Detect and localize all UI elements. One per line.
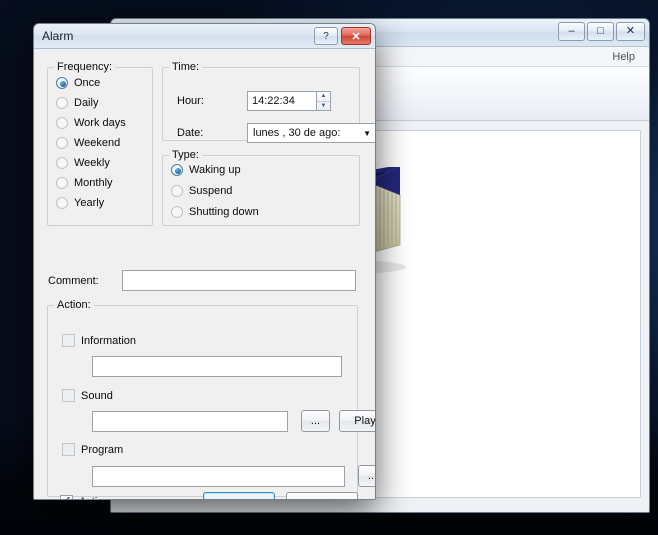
radio-frequency-once[interactable]: Once (56, 77, 152, 89)
radio-frequency-weekly[interactable]: Weekly (56, 157, 152, 169)
radio-indicator[interactable] (56, 157, 68, 169)
type-legend: Type: (172, 149, 199, 161)
sound-path-input[interactable] (92, 411, 288, 432)
time-group: Time: Hour: 14:22:34 ▲ ▼ Date: lunes , 3… (162, 61, 375, 143)
checkbox-indicator[interactable] (62, 334, 75, 347)
frequency-legend: Frequency: (57, 61, 113, 73)
radio-indicator[interactable] (56, 77, 68, 89)
radio-type-suspend[interactable]: Suspend (171, 185, 359, 197)
program-path-input[interactable] (92, 466, 345, 487)
checkbox-label: Active (79, 496, 109, 500)
checkbox-indicator[interactable] (62, 389, 75, 402)
window-control-buttons: – □ ✕ (558, 22, 645, 41)
radio-indicator[interactable] (56, 177, 68, 189)
close-icon: ✕ (351, 30, 361, 43)
type-group: Type: Waking up Suspend Shutting down (162, 149, 360, 226)
checkbox-indicator[interactable] (60, 494, 73, 499)
comment-input[interactable] (122, 270, 356, 291)
comment-label: Comment: (48, 275, 99, 287)
close-button[interactable]: ✕ (616, 22, 645, 41)
radio-label: Once (74, 77, 101, 89)
checkbox-indicator[interactable] (62, 443, 75, 456)
close-icon: ✕ (625, 25, 636, 37)
radio-type-waking-up[interactable]: Waking up (171, 164, 359, 176)
program-browse-button[interactable]: ... (358, 465, 375, 487)
ok-button[interactable]: OK (203, 492, 275, 499)
action-legend: Action: (57, 299, 91, 311)
radio-indicator[interactable] (56, 137, 68, 149)
spin-up-icon[interactable]: ▲ (317, 92, 330, 102)
chevron-down-icon[interactable]: ▼ (363, 129, 371, 138)
maximize-button[interactable]: □ (587, 22, 614, 41)
hour-spinner[interactable]: 14:22:34 ▲ ▼ (247, 91, 331, 111)
radio-indicator[interactable] (56, 197, 68, 209)
radio-label: Waking up (189, 164, 241, 176)
hour-spin-buttons[interactable]: ▲ ▼ (317, 91, 331, 111)
radio-label: Yearly (74, 197, 105, 209)
radio-label: Shutting down (189, 206, 259, 218)
radio-indicator[interactable] (171, 206, 183, 218)
checkbox-label: Program (81, 443, 124, 456)
radio-frequency-yearly[interactable]: Yearly (56, 197, 152, 209)
checkbox-sound[interactable]: Sound (62, 389, 113, 402)
radio-label: Daily (74, 97, 99, 109)
radio-label: Suspend (189, 185, 233, 197)
minimize-button[interactable]: – (558, 22, 585, 41)
sound-play-button[interactable]: Play (339, 410, 375, 432)
action-group: Action: Information Sound ... Play Progr… (47, 299, 375, 497)
radio-indicator[interactable] (56, 117, 68, 129)
information-input[interactable] (92, 356, 342, 377)
date-label: Date: (177, 127, 204, 139)
radio-frequency-weekend[interactable]: Weekend (56, 137, 152, 149)
checkbox-label: Information (81, 334, 137, 347)
menu-item-help[interactable]: Help (612, 51, 635, 63)
alarm-dialog[interactable]: Alarm ? ✕ Frequency: Once Daily Work day… (33, 23, 376, 500)
spin-down-icon[interactable]: ▼ (317, 102, 330, 111)
date-picker[interactable]: lunes , 30 de ago: ▼ (247, 123, 375, 143)
radio-label: Weekly (74, 157, 110, 169)
radio-frequency-monthly[interactable]: Monthly (56, 177, 152, 189)
dialog-help-button[interactable]: ? (314, 27, 338, 45)
question-mark-icon: ? (323, 30, 329, 42)
minimize-icon: – (568, 25, 575, 37)
dialog-body: Frequency: Once Daily Work days Weekend (34, 49, 375, 499)
checkbox-information[interactable]: Information (62, 334, 136, 347)
hour-input[interactable]: 14:22:34 (247, 91, 317, 111)
radio-frequency-work-days[interactable]: Work days (56, 117, 152, 129)
frequency-group: Frequency: Once Daily Work days Weekend (47, 61, 153, 226)
checkbox-program[interactable]: Program (62, 443, 123, 456)
radio-indicator[interactable] (56, 97, 68, 109)
sound-browse-button[interactable]: ... (301, 410, 330, 432)
date-value: lunes , 30 de ago: (253, 127, 341, 139)
radio-label: Work days (74, 117, 126, 129)
maximize-icon: □ (597, 25, 604, 37)
radio-indicator[interactable] (171, 185, 183, 197)
cancel-button[interactable]: Cancel (286, 492, 358, 499)
radio-frequency-daily[interactable]: Daily (56, 97, 152, 109)
dialog-title: Alarm (42, 29, 74, 43)
checkbox-label: Sound (81, 389, 113, 402)
hour-label: Hour: (177, 95, 204, 107)
dialog-close-button[interactable]: ✕ (341, 27, 371, 45)
dialog-title-bar[interactable]: Alarm ? ✕ (34, 24, 375, 49)
radio-type-shutting-down[interactable]: Shutting down (171, 206, 359, 218)
radio-label: Monthly (74, 177, 113, 189)
checkbox-active[interactable]: Active (60, 494, 109, 500)
radio-indicator[interactable] (171, 164, 183, 176)
radio-label: Weekend (74, 137, 121, 149)
time-legend: Time: (172, 61, 200, 73)
dialog-title-buttons: ? ✕ (314, 27, 371, 45)
